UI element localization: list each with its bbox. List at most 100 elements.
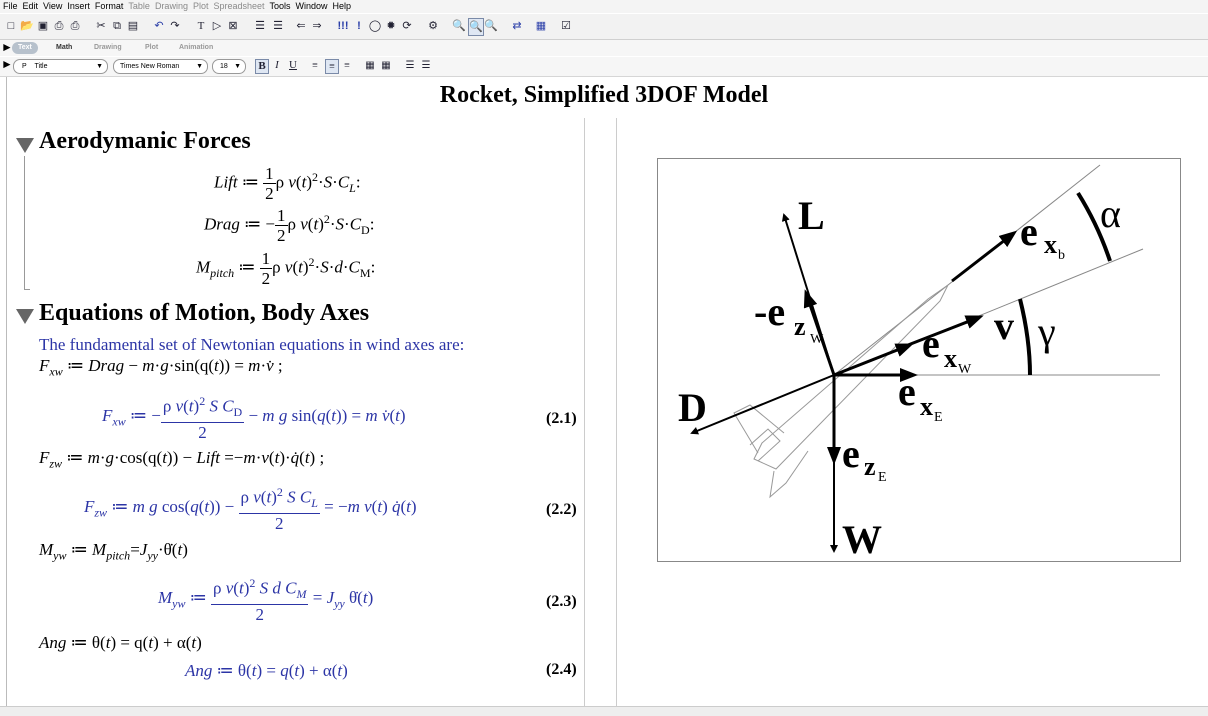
menu-format[interactable]: Format: [95, 1, 124, 11]
menu-edit[interactable]: Edit: [23, 1, 39, 11]
back-icon[interactable]: ⇐: [294, 18, 308, 34]
run-all-icon[interactable]: !!!: [336, 18, 350, 34]
menu-plot[interactable]: Plot: [193, 1, 209, 11]
gamma-label: γ: [1037, 309, 1056, 354]
cut-icon[interactable]: ✂: [94, 18, 108, 34]
bold-button[interactable]: B: [255, 59, 269, 74]
open-icon[interactable]: 📂: [20, 18, 34, 34]
arrow-marker-icon: ►: [1, 57, 13, 71]
align-center-icon[interactable]: ≡: [325, 59, 339, 74]
main-toolbar: □ 📂 ▣ ⎙ ⎙ ✂ ⧉ ▤ ↶ ↷ T ▷ ⊠ ☰ ☰ ⇐ ⇒ !!! ! …: [0, 14, 1208, 40]
copy-icon[interactable]: ⧉: [110, 18, 124, 34]
print-preview-icon[interactable]: ⎙: [68, 18, 82, 34]
neg-ez-sub: z: [794, 312, 806, 341]
fzw-output[interactable]: Fzw ≔ m g cos(q(t)) − ρ v(t)2 S CL 2 = −m…: [84, 483, 417, 533]
equation-number: (2.2): [546, 501, 577, 518]
collapse-triangle-icon[interactable]: [16, 138, 34, 153]
drag-lhs: Drag: [204, 214, 240, 234]
redo-icon[interactable]: ↷: [168, 18, 182, 34]
equation-number: (2.3): [546, 593, 577, 610]
align-right-icon[interactable]: ≡: [341, 59, 353, 72]
document-margin: [6, 77, 7, 715]
menu-table[interactable]: Table: [128, 1, 150, 11]
image-icon[interactable]: ▦: [380, 59, 392, 72]
gamma-arc: [1018, 298, 1032, 376]
weight-label: W: [842, 517, 882, 561]
execute-icon[interactable]: ⊠: [226, 18, 240, 34]
ex-earth-subsub: E: [934, 410, 943, 425]
indent-icon[interactable]: ☰: [252, 18, 268, 34]
size-dropdown[interactable]: 18 ▼: [212, 59, 246, 74]
zoom-icon[interactable]: 🔍: [452, 18, 466, 34]
menu-bar: File Edit View Insert Format Table Drawing Plot…: [0, 0, 1208, 13]
neg-ez-subsub: W: [810, 332, 824, 347]
menu-drawing[interactable]: Drawing: [155, 1, 188, 11]
menu-spreadsheet[interactable]: Spreadsheet: [213, 1, 264, 11]
align-left-icon[interactable]: ≡: [309, 59, 321, 72]
zoom-out-icon[interactable]: 🔍: [484, 18, 498, 34]
myw-output[interactable]: Myw ≔ ρ v(t)2 S d CM 2 = Jyy θ̇(t): [158, 574, 373, 624]
menu-help[interactable]: Help: [333, 1, 352, 11]
font-value: Times New Roman: [120, 63, 180, 70]
forward-icon[interactable]: ⇒: [310, 18, 324, 34]
equation-number: (2.1): [546, 410, 577, 427]
mode-math[interactable]: Math: [56, 42, 72, 54]
intro-text[interactable]: The fundamental set of Newtonian equatio…: [39, 335, 464, 355]
ang-input[interactable]: Ang ≔ θ(t) = q(t) + α(t): [39, 633, 202, 653]
menu-file[interactable]: File: [3, 1, 18, 11]
debug-icon[interactable]: ✹: [384, 18, 398, 34]
stop-icon[interactable]: ◯: [368, 18, 382, 34]
table-icon[interactable]: ▦: [364, 59, 376, 72]
fxw-input[interactable]: Fxw ≔ Drag − m·g·sin(q(t)) = m·v̇ ;: [39, 356, 283, 379]
chevron-down-icon: ▼: [234, 63, 241, 70]
italic-button[interactable]: I: [271, 59, 283, 72]
section-heading-equations[interactable]: Equations of Motion, Body Axes: [39, 300, 369, 327]
size-value: 18: [220, 63, 228, 70]
menu-window[interactable]: Window: [296, 1, 328, 11]
refresh-icon[interactable]: ⇄: [510, 18, 524, 34]
style-dropdown[interactable]: P Title ▼: [13, 59, 108, 74]
print-icon[interactable]: ⎙: [52, 18, 66, 34]
chevron-down-icon: ▼: [96, 63, 103, 70]
save-icon[interactable]: ▣: [36, 18, 50, 34]
zoom-in-icon[interactable]: 🔍: [468, 18, 484, 36]
math-icon[interactable]: ▷: [210, 18, 224, 34]
lift-equation[interactable]: Lift ≔ 12ρ v(t)2·S·CL:: [214, 164, 361, 203]
column-divider: [616, 118, 617, 706]
outdent-icon[interactable]: ☰: [270, 18, 286, 34]
font-dropdown[interactable]: Times New Roman ▼: [113, 59, 208, 74]
section-heading-aerodynamic[interactable]: Aerodymanic Forces: [39, 128, 251, 155]
underline-button[interactable]: U: [287, 59, 299, 72]
fxw-output[interactable]: Fxw ≔ − ρ v(t)2 S CD 2 − m g sin(q(t)) = m…: [102, 392, 406, 442]
collapse-triangle-icon[interactable]: [16, 309, 34, 324]
mpitch-equation[interactable]: Mpitch ≔ 12ρ v(t)2·S·d·CM:: [196, 249, 375, 288]
menu-view[interactable]: View: [43, 1, 62, 11]
text-icon[interactable]: T: [194, 18, 208, 34]
mode-drawing[interactable]: Drawing: [94, 42, 122, 54]
mode-text[interactable]: Text: [12, 42, 38, 54]
drag-label: D: [678, 385, 707, 430]
layout-icon[interactable]: ▦: [534, 18, 548, 34]
run-icon[interactable]: !: [352, 18, 366, 34]
paste-icon[interactable]: ▤: [126, 18, 140, 34]
fzw-input[interactable]: Fzw ≔ m·g·cos(q(t)) − Lift =−m·v(t)·q̇(t…: [39, 448, 324, 471]
new-icon[interactable]: □: [4, 18, 18, 34]
column-divider: [584, 118, 585, 706]
undo-icon[interactable]: ↶: [152, 18, 166, 34]
help-icon[interactable]: ☑: [558, 18, 574, 34]
ex-earth-sub: x: [920, 392, 933, 421]
drag-equation[interactable]: Drag ≔ −1 2 ρ v(t)2·S·CD:: [204, 206, 374, 245]
document-title[interactable]: Rocket, Simplified 3DOF Model: [0, 82, 1208, 109]
menu-tools[interactable]: Tools: [270, 1, 291, 11]
ez-earth-label: e: [842, 431, 860, 476]
numbered-list-icon[interactable]: ☰: [420, 59, 432, 72]
bullet-list-icon[interactable]: ☰: [404, 59, 416, 72]
drag-vector: [690, 374, 835, 435]
mode-animation[interactable]: Animation: [179, 42, 213, 54]
mode-plot[interactable]: Plot: [145, 42, 158, 54]
ang-output[interactable]: Ang ≔ θ(t) = q(t) + α(t): [185, 661, 348, 681]
settings-icon[interactable]: ⚙: [426, 18, 440, 34]
menu-insert[interactable]: Insert: [67, 1, 90, 11]
myw-input[interactable]: Myw ≔ Mpitch=Jyy·θ̇(t): [39, 540, 188, 563]
restart-icon[interactable]: ⟳: [400, 18, 414, 34]
